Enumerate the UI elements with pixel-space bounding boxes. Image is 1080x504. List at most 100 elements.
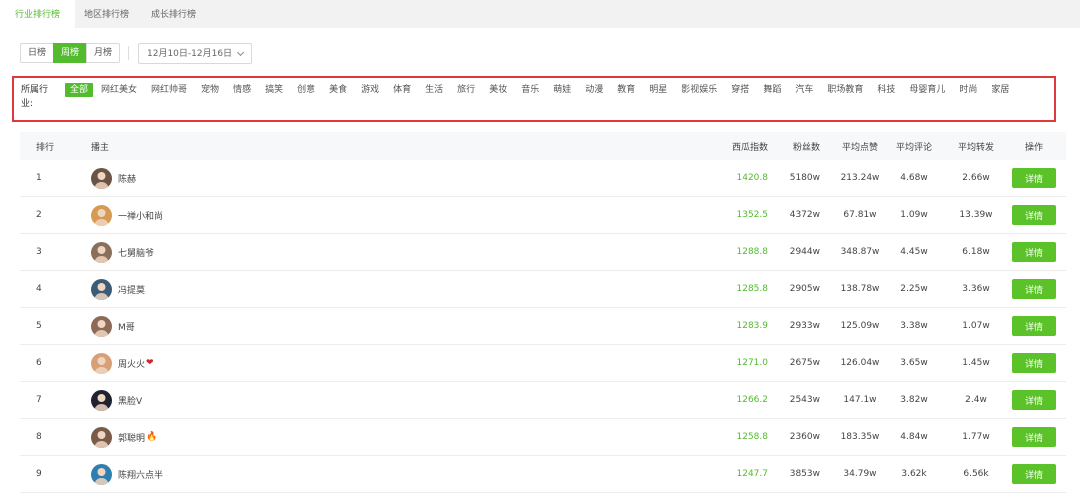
details-button[interactable]: 详情 [1012, 390, 1056, 410]
monthly-ranking-button[interactable]: 月榜 [86, 43, 121, 63]
avatar[interactable] [91, 205, 112, 226]
avg-likes-cell: 138.78w [840, 284, 880, 294]
avatar[interactable] [91, 316, 112, 337]
tab-region-ranking[interactable]: 地区排行榜 [84, 0, 129, 28]
category-item[interactable]: 萌娃 [553, 83, 571, 97]
host-name[interactable]: M哥 [118, 308, 135, 344]
tab-industry-ranking[interactable]: 行业排行榜 [0, 0, 76, 28]
fans-cell: 2944w [789, 247, 820, 257]
avg-shares-cell: 1.45w [962, 358, 990, 368]
category-item[interactable]: 家居 [991, 83, 1009, 97]
header-xigua-index[interactable]: 西瓜指数 [708, 132, 768, 160]
details-button[interactable]: 详情 [1012, 205, 1056, 225]
category-item[interactable]: 教育 [617, 83, 635, 97]
avatar[interactable] [91, 353, 112, 374]
category-item[interactable]: 汽车 [795, 83, 813, 97]
details-button[interactable]: 详情 [1012, 279, 1056, 299]
avatar[interactable] [91, 242, 112, 263]
category-item[interactable]: 网红帅哥 [151, 83, 187, 97]
avg-likes-cell: 147.1w [843, 395, 877, 405]
category-item[interactable]: 职场教育 [827, 83, 863, 97]
xigua-index-cell: 1420.8 [736, 173, 769, 183]
category-item[interactable]: 舞蹈 [763, 83, 781, 97]
category-item[interactable]: 游戏 [361, 83, 379, 97]
category-item[interactable]: 美食 [329, 83, 347, 97]
details-button[interactable]: 详情 [1012, 464, 1056, 484]
avatar[interactable] [91, 168, 112, 189]
category-item[interactable]: 生活 [425, 83, 443, 97]
category-item[interactable]: 音乐 [521, 83, 539, 97]
host-name-text: 周火火 [118, 359, 146, 370]
details-button[interactable]: 详情 [1012, 242, 1056, 262]
host-name[interactable]: 陈翔六点半 [118, 456, 163, 492]
weekly-ranking-button[interactable]: 周榜 [53, 43, 88, 63]
action-cell: 详情 [1012, 271, 1056, 307]
rank-cell: 4 [36, 284, 42, 294]
avg-likes-cell: 126.04w [840, 358, 880, 368]
category-item[interactable]: 情感 [233, 83, 251, 97]
avatar[interactable] [91, 390, 112, 411]
xigua-index-cell: 1288.8 [736, 247, 769, 257]
category-item[interactable]: 科技 [877, 83, 895, 97]
xigua-index-cell: 1285.8 [736, 284, 769, 294]
host-name-text: M哥 [118, 322, 135, 333]
category-item[interactable]: 穿搭 [731, 83, 749, 97]
fans-cell: 2675w [789, 358, 820, 368]
daily-ranking-button[interactable]: 日榜 [20, 43, 55, 63]
avg-shares-cell: 1.77w [962, 432, 990, 442]
header-avg-likes[interactable]: 平均点赞 [828, 132, 892, 160]
category-item[interactable]: 网红美女 [101, 83, 137, 97]
category-item[interactable]: 明星 [649, 83, 667, 97]
category-item[interactable]: 美妆 [489, 83, 507, 97]
category-item[interactable]: 母婴育儿 [909, 83, 945, 97]
fans-cell: 3853w [789, 469, 820, 479]
fans-cell: 2933w [789, 321, 820, 331]
header-avg-comments[interactable]: 平均评论 [888, 132, 940, 160]
host-name[interactable]: 陈赫 [118, 160, 136, 196]
category-item[interactable]: 体育 [393, 83, 411, 97]
avg-likes-cell: 183.35w [840, 432, 880, 442]
category-item[interactable]: 宠物 [201, 83, 219, 97]
xigua-index-cell: 1352.5 [736, 210, 769, 220]
host-name[interactable]: 黑脸V [118, 382, 142, 418]
rank-cell: 3 [36, 247, 42, 257]
avatar[interactable] [91, 279, 112, 300]
host-name[interactable]: 七舅脑爷 [118, 234, 154, 270]
category-item[interactable]: 时尚 [959, 83, 977, 97]
details-button[interactable]: 详情 [1012, 427, 1056, 447]
avg-shares-cell: 13.39w [959, 210, 993, 220]
heart-icon: ❤ [146, 358, 154, 368]
avatar[interactable] [91, 427, 112, 448]
category-item[interactable]: 动漫 [585, 83, 603, 97]
avg-comments-cell: 4.45w [900, 247, 928, 257]
details-button[interactable]: 详情 [1012, 168, 1056, 188]
chevron-down-icon [237, 48, 245, 56]
category-item[interactable]: 创意 [297, 83, 315, 97]
action-cell: 详情 [1012, 456, 1056, 492]
avg-comments-cell: 3.65w [900, 358, 928, 368]
category-item[interactable]: 旅行 [457, 83, 475, 97]
details-button[interactable]: 详情 [1012, 353, 1056, 373]
fans-cell: 4372w [789, 210, 820, 220]
table-row: 6 周火火 ❤ 1271.0 2675w 126.04w 3.65w 1.45w 详情 [20, 345, 1066, 382]
details-button[interactable]: 详情 [1012, 316, 1056, 336]
host-name[interactable]: 郭聪明 🔥 [118, 419, 157, 455]
host-name[interactable]: 冯提莫 [118, 271, 145, 307]
header-avg-shares[interactable]: 平均转发 [950, 132, 1002, 160]
action-cell: 详情 [1012, 160, 1056, 196]
rank-cell: 5 [36, 321, 42, 331]
category-item[interactable]: 全部 [65, 83, 94, 97]
industry-category-list: 全部 网红美女 网红帅哥 宠物 情感 搞笑 创意 美食 游戏 体育 生活 旅行 美妆 音乐 萌娃 动漫 教育 明星… [65, 83, 1009, 97]
host-name[interactable]: 周火火 ❤ [118, 345, 154, 381]
category-item[interactable]: 搞笑 [265, 83, 283, 97]
avatar[interactable] [91, 464, 112, 485]
divider [128, 46, 129, 60]
fans-cell: 5180w [789, 173, 820, 183]
rank-cell: 9 [36, 469, 42, 479]
category-item[interactable]: 影视娱乐 [681, 83, 717, 97]
date-range-select[interactable]: 12月10日-12月16日 [138, 43, 253, 64]
tab-growth-ranking[interactable]: 成长排行榜 [151, 0, 196, 28]
header-fans[interactable]: 粉丝数 [770, 132, 820, 160]
xigua-index-cell: 1266.2 [736, 395, 769, 405]
host-name[interactable]: 一禅小和尚 [118, 197, 163, 233]
